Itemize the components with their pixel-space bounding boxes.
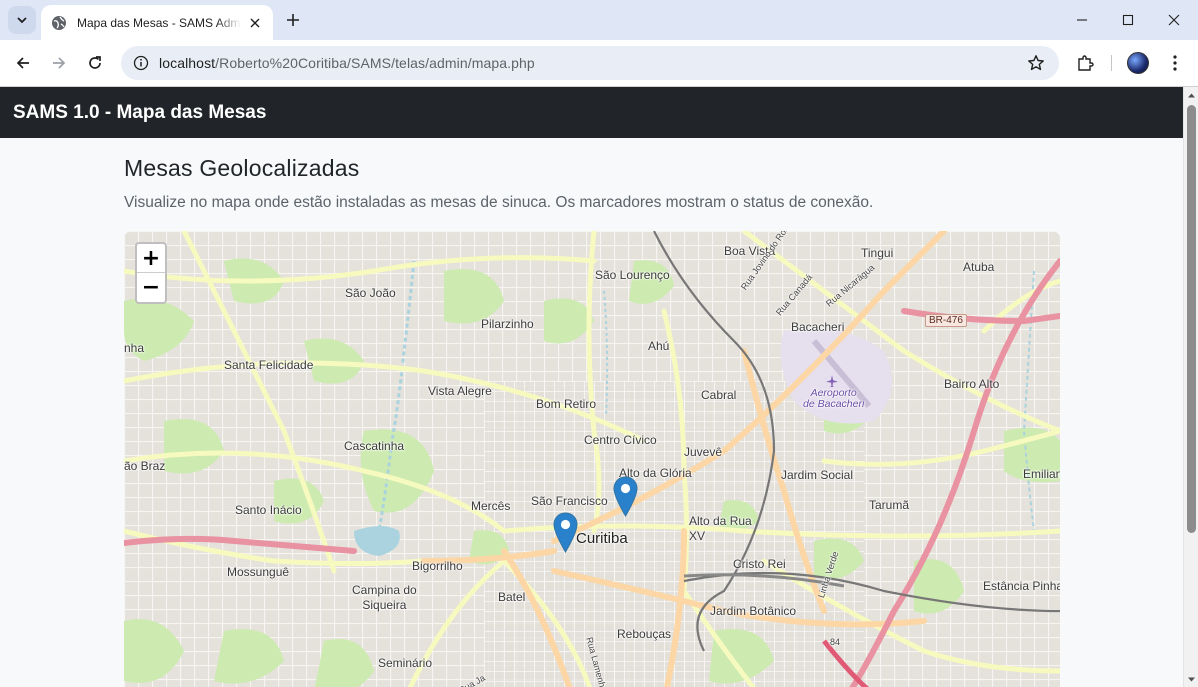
info-icon[interactable]	[133, 55, 149, 71]
back-button[interactable]	[9, 49, 37, 77]
map-label-atuba: Atuba	[963, 260, 995, 274]
app-navbar: SAMS 1.0 - Mapa das Mesas	[0, 87, 1183, 138]
map-label-merces: Mercês	[471, 499, 511, 513]
map-label-reboucas: Rebouças	[617, 627, 672, 641]
map-label-pilarzinho: Pilarzinho	[481, 317, 534, 331]
tab-strip: Mapa das Mesas - SAMS Admin	[0, 0, 1198, 40]
star-icon[interactable]	[1027, 54, 1045, 72]
browser-toolbar: localhost/Roberto%20Coritiba/SAMS/telas/…	[0, 40, 1198, 86]
map-label-taruma: Tarumã	[869, 498, 910, 512]
extensions-icon	[1078, 55, 1094, 71]
map-label-jardim-social: Jardim Social	[781, 468, 854, 482]
page-viewport: SAMS 1.0 - Mapa das Mesas Mesas Geolocal…	[0, 86, 1198, 687]
forward-icon	[53, 57, 66, 69]
map-label-seminario: Seminário	[378, 656, 433, 670]
map-marker-icon[interactable]	[553, 512, 578, 553]
map-label-curitiba: Curitiba	[576, 530, 628, 547]
map-tiles[interactable]	[124, 231, 1060, 687]
airport-icon	[826, 375, 838, 387]
zoom-in-button[interactable]: +	[137, 244, 165, 273]
map-label-ahu: Ahú	[648, 339, 670, 353]
map-label-bigorrilho: Bigorrilho	[412, 559, 463, 573]
page-description: Visualize no mapa onde estão instaladas …	[124, 194, 874, 211]
profile-button[interactable]	[1124, 49, 1152, 77]
map-label-centro-civico: Centro Cívico	[584, 433, 657, 447]
map-label-mossungue: Mossunguê	[227, 565, 290, 579]
kebab-menu-icon	[1173, 55, 1177, 71]
plus-icon	[287, 14, 299, 26]
map-label-emiliano: Emilian	[1023, 467, 1060, 481]
forward-button[interactable]	[45, 49, 73, 77]
scroll-up-icon[interactable]	[1187, 91, 1196, 100]
map-label-tingui: Tingui	[861, 246, 894, 260]
avatar	[1127, 52, 1149, 74]
browser-tab-active[interactable]: Mapa das Mesas - SAMS Admin	[41, 5, 273, 40]
map-label-cabral: Cabral	[701, 388, 737, 402]
map-label-cascatinha: Cascatinha	[344, 439, 405, 453]
back-icon	[16, 57, 29, 69]
map-label-sao-francisco: São Francisco	[531, 494, 608, 508]
window-close-icon	[1168, 14, 1180, 26]
chevron-down-icon	[17, 17, 27, 24]
url-text: localhost/Roberto%20Coritiba/SAMS/telas/…	[159, 55, 535, 71]
browser-menu-button[interactable]	[1161, 49, 1189, 77]
map-label-alto-da-rua-xv: Alto da Rua XV	[689, 514, 752, 543]
minimize-icon	[1077, 19, 1087, 21]
globe-icon	[52, 15, 66, 30]
zoom-control: + −	[135, 242, 167, 304]
zoom-out-button[interactable]: −	[137, 273, 165, 302]
navbar-brand[interactable]: SAMS 1.0 - Mapa das Mesas	[13, 102, 266, 124]
minimize-button[interactable]	[1059, 0, 1105, 40]
map-route-84: 84	[830, 637, 841, 647]
reload-icon	[89, 56, 101, 69]
maximize-icon	[1122, 14, 1134, 26]
map-label-bom-retiro: Bom Retiro	[536, 397, 597, 411]
page-scrollbar[interactable]	[1183, 87, 1198, 687]
url-path: /Roberto%20Coritiba/SAMS/telas/admin/map…	[215, 55, 535, 71]
url-host: localhost	[159, 55, 216, 71]
map-label-bairro-alto: Bairro Alto	[944, 377, 1000, 391]
map-label-vista-alegre: Vista Alegre	[428, 384, 492, 398]
tab-title: Mapa das Mesas - SAMS Admin	[77, 15, 241, 30]
reload-button[interactable]	[81, 49, 109, 77]
map-label-campina-do-siqueira: Campina do Siqueira	[352, 583, 417, 612]
map-label-aeroporto: Aeroporto de Bacacheri	[803, 387, 865, 410]
map-label-santa-felicidade: Santa Felicidade	[224, 358, 314, 372]
map-label-cristo-rei: Cristo Rei	[733, 557, 786, 571]
address-bar[interactable]: localhost/Roberto%20Coritiba/SAMS/telas/…	[121, 46, 1059, 80]
map-label-batel: Batel	[498, 590, 526, 604]
scroll-down-icon[interactable]	[1187, 675, 1196, 684]
map-marker-icon[interactable]	[613, 476, 638, 517]
map-label-nha: nha	[124, 341, 145, 355]
maximize-button[interactable]	[1105, 0, 1151, 40]
close-icon[interactable]	[247, 15, 263, 31]
window-close-button[interactable]	[1151, 0, 1197, 40]
new-tab-button[interactable]	[281, 8, 305, 32]
map-label-jardim-botanico: Jardim Botânico	[710, 604, 797, 618]
extensions-button[interactable]	[1071, 49, 1099, 77]
map-label-sao-lourenco: São Lourenço	[595, 268, 670, 282]
map-label-bacacheri: Bacacheri	[791, 320, 845, 334]
scrollbar-thumb[interactable]	[1187, 105, 1196, 533]
map-shield-br476: BR-476	[925, 314, 967, 327]
tab-list-button[interactable]	[8, 6, 36, 34]
map-label-sao-joao: São João	[345, 286, 396, 300]
map-label-santo-inacio: Santo Inácio	[235, 503, 302, 517]
toolbar-divider	[1111, 55, 1112, 71]
map-container[interactable]: + − Boa Vista Tingui Atuba São Lourenço …	[124, 231, 1060, 687]
page-title: Mesas Geolocalizadas	[124, 155, 360, 181]
map-label-juveve: Juvevê	[684, 445, 723, 459]
map-label-sao-braz: ão Braz	[124, 459, 166, 473]
map-label-estancia-pinhais: Estância Pinha	[983, 579, 1060, 593]
